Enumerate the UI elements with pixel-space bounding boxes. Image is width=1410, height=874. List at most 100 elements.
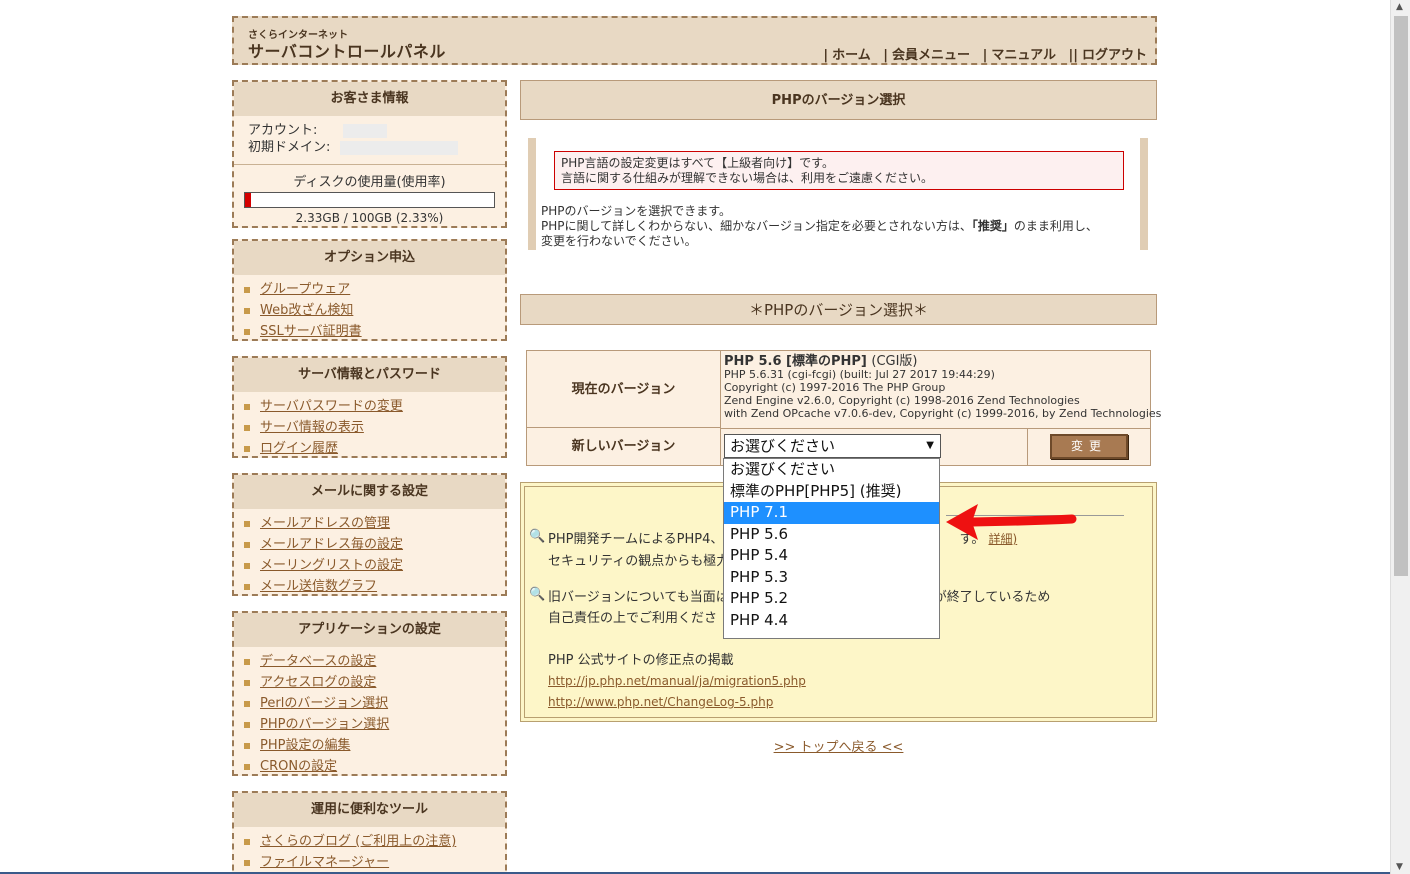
disk-usage-bar bbox=[244, 192, 495, 208]
mail-address-link[interactable]: メールアドレスの管理 bbox=[260, 516, 390, 531]
dropdown-option-selected[interactable]: PHP 7.1 bbox=[724, 502, 939, 524]
file-manager-link[interactable]: ファイルマネージャー bbox=[260, 855, 389, 870]
back-to-top-link[interactable]: >> トップへ戻る << bbox=[774, 740, 904, 755]
dropdown-option[interactable]: PHP 5.2 bbox=[724, 588, 939, 610]
description: PHPのバージョンを選択できます。 PHPに関して詳しくわからない、細かなバージ… bbox=[541, 204, 1141, 249]
customer-info-title: お客さま情報 bbox=[234, 82, 505, 116]
scroll-up-icon[interactable]: ▲ bbox=[1396, 2, 1403, 12]
current-version-detail: with Zend OPcache v7.0.6-dev, Copyright … bbox=[724, 407, 1162, 420]
mail-graph-link[interactable]: メール送信数グラフ bbox=[260, 579, 377, 594]
header: さくらインターネット サーバコントロールパネル | ホーム | 会員メニュー | マニ… bbox=[232, 16, 1157, 65]
dropdown-option[interactable]: PHP 5.6 bbox=[724, 524, 939, 546]
description-text: のまま利用し、 bbox=[1013, 219, 1098, 233]
scrollbar-thumb[interactable] bbox=[1394, 16, 1408, 576]
list-item: PHPのバージョン選択 bbox=[244, 714, 505, 735]
nav-logout-link[interactable]: ログアウト bbox=[1082, 48, 1147, 63]
migration-link[interactable]: http://jp.php.net/manual/ja/migration5.p… bbox=[548, 674, 806, 688]
dropdown-option[interactable]: PHP 4.4 bbox=[724, 610, 939, 632]
current-version-detail: PHP 5.6.31 (cgi-fcgi) (built: Jul 27 201… bbox=[724, 368, 995, 381]
nav-separator: | bbox=[823, 48, 829, 63]
mail-title: メールに関する設定 bbox=[234, 475, 505, 509]
apps-box: アプリケーションの設定 データベースの設定 アクセスログの設定 Perlのバージ… bbox=[232, 611, 507, 776]
dropdown-option[interactable]: PHP 5.3 bbox=[724, 567, 939, 589]
scrollbar[interactable]: ▲ ▼ bbox=[1390, 0, 1410, 874]
options-title: オプション申込 bbox=[234, 241, 505, 275]
dropdown-option[interactable]: お選びください bbox=[724, 459, 939, 481]
list-item: PHP設定の編集 bbox=[244, 735, 505, 756]
cron-link[interactable]: CRONの設定 bbox=[260, 759, 337, 774]
account-value-redacted bbox=[343, 123, 388, 138]
database-link[interactable]: データベースの設定 bbox=[260, 654, 376, 669]
nav-home-link[interactable]: ホーム bbox=[832, 48, 871, 63]
php-settings-link[interactable]: PHP設定の編集 bbox=[260, 738, 350, 753]
list-item: サーバパスワードの変更 bbox=[244, 396, 505, 417]
info-line-4: 自己責任の上でご利用くださ bbox=[548, 611, 718, 626]
customer-info-box: お客さま情報 アカウント: 初期ドメイン: ディスクの使用量(使用率) 2.33… bbox=[232, 80, 507, 228]
description-line-3: 変更を行わないでください。 bbox=[541, 234, 697, 248]
list-item: メーリングリストの設定 bbox=[244, 555, 505, 576]
version-dropdown-list: お選びください 標準のPHP[PHP5] (推奨) PHP 7.1 PHP 5.… bbox=[723, 458, 940, 639]
list-item: Perlのバージョン選択 bbox=[244, 693, 505, 714]
server-password-link[interactable]: サーバパスワードの変更 bbox=[260, 399, 403, 414]
list-item: SSLサーバ証明書 bbox=[244, 321, 505, 342]
info-text: セキュリティの観点からも極力新 bbox=[548, 554, 743, 569]
nav-manual-link[interactable]: マニュアル bbox=[991, 48, 1056, 63]
section-title: ＊PHPのバージョン選択＊ bbox=[520, 294, 1157, 325]
info-text: PHP開発チームによるPHP4、5 bbox=[548, 532, 732, 547]
domain-label: 初期ドメイン: bbox=[248, 140, 331, 155]
ssl-cert-link[interactable]: SSLサーバ証明書 bbox=[260, 324, 362, 339]
dropdown-option[interactable]: 標準のPHP[PHP5] (推奨) bbox=[724, 481, 939, 503]
current-version-detail: Zend Engine v2.6.0, Copyright (c) 1998-2… bbox=[724, 394, 1080, 407]
current-version-detail: Copyright (c) 1997-2016 The PHP Group bbox=[724, 381, 946, 394]
list-item: さくらのブログ (ご利用上の注意) bbox=[244, 831, 505, 852]
changelog-link[interactable]: http://www.php.net/ChangeLog-5.php bbox=[548, 695, 773, 709]
mailing-list-link[interactable]: メーリングリストの設定 bbox=[260, 558, 403, 573]
button-cell: 変更 bbox=[1027, 428, 1151, 466]
red-arrow-icon bbox=[946, 504, 1077, 540]
description-text: PHPに関して詳しくわからない、細かなバージョン指定を必要とされない方は、 bbox=[541, 219, 972, 233]
php-version-link[interactable]: PHPのバージョン選択 bbox=[260, 717, 389, 732]
perl-version-link[interactable]: Perlのバージョン選択 bbox=[260, 696, 388, 711]
customer-account-info: アカウント: 初期ドメイン: bbox=[234, 116, 505, 160]
mail-box: メールに関する設定 メールアドレスの管理 メールアドレス毎の設定 メーリングリス… bbox=[232, 473, 507, 596]
top-nav: | ホーム | 会員メニュー | マニュアル || ログアウト bbox=[815, 44, 1147, 63]
current-version-label: 現在のバージョン bbox=[527, 351, 721, 428]
info-link-row: http://www.php.net/ChangeLog-5.php bbox=[548, 692, 773, 713]
scroll-down-icon[interactable]: ▼ bbox=[1396, 862, 1403, 872]
nav-separator: | bbox=[982, 48, 988, 63]
recommended-label: 「推奨」 bbox=[971, 219, 1014, 233]
version-select-value: お選びください bbox=[730, 437, 836, 455]
blog-link[interactable]: さくらのブログ (ご利用上の注意) bbox=[260, 834, 456, 849]
disk-usage-fill bbox=[245, 193, 251, 207]
current-version-info: PHP 5.6 [標準のPHP] (CGI版) PHP 5.6.31 (cgi-… bbox=[724, 355, 1161, 420]
access-log-link[interactable]: アクセスログの設定 bbox=[260, 675, 376, 690]
info-text: 旧バージョンについても当面は提 bbox=[548, 590, 742, 605]
description-line-2: PHPに関して詳しくわからない、細かなバージョン指定を必要とされない方は、「推奨… bbox=[541, 219, 1141, 234]
list-item: ファイルマネージャー bbox=[244, 852, 505, 873]
tools-title: 運用に便利なツール bbox=[234, 793, 505, 827]
disk-usage: ディスクの使用量(使用率) 2.33GB / 100GB (2.33%) bbox=[234, 164, 505, 229]
account-label: アカウント: bbox=[248, 123, 318, 138]
login-history-link[interactable]: ログイン履歴 bbox=[260, 441, 338, 456]
options-box: オプション申込 グループウェア Web改ざん検知 SSLサーバ証明書 bbox=[232, 239, 507, 341]
current-version-main: PHP 5.6 [標準のPHP] bbox=[724, 354, 867, 369]
version-select[interactable]: お選びください ▼ bbox=[724, 434, 941, 458]
dropdown-option[interactable]: PHP 5.4 bbox=[724, 545, 939, 567]
magnifier-icon: 🔍 bbox=[529, 587, 546, 602]
page-title: PHPのバージョン選択 bbox=[520, 80, 1157, 120]
list-item: メールアドレスの管理 bbox=[244, 513, 505, 534]
change-button[interactable]: 変更 bbox=[1050, 434, 1128, 459]
disk-usage-label: ディスクの使用量(使用率) bbox=[293, 175, 446, 190]
nav-member-link[interactable]: 会員メニュー bbox=[892, 48, 970, 63]
web-tamper-link[interactable]: Web改ざん検知 bbox=[260, 303, 353, 318]
mail-address-settings-link[interactable]: メールアドレス毎の設定 bbox=[260, 537, 403, 552]
groupware-link[interactable]: グループウェア bbox=[260, 282, 350, 297]
server-info-link[interactable]: サーバ情報の表示 bbox=[260, 420, 364, 435]
dropdown-arrow-icon: ▼ bbox=[926, 440, 934, 451]
list-item: データベースの設定 bbox=[244, 651, 505, 672]
server-title: サーバ情報とパスワード bbox=[234, 358, 505, 392]
logo-title: サーバコントロールパネル bbox=[248, 42, 446, 61]
nav-separator: || bbox=[1068, 48, 1078, 63]
server-box: サーバ情報とパスワード サーバパスワードの変更 サーバ情報の表示 ログイン履歴 bbox=[232, 356, 507, 458]
new-version-label: 新しいバージョン bbox=[527, 428, 721, 466]
